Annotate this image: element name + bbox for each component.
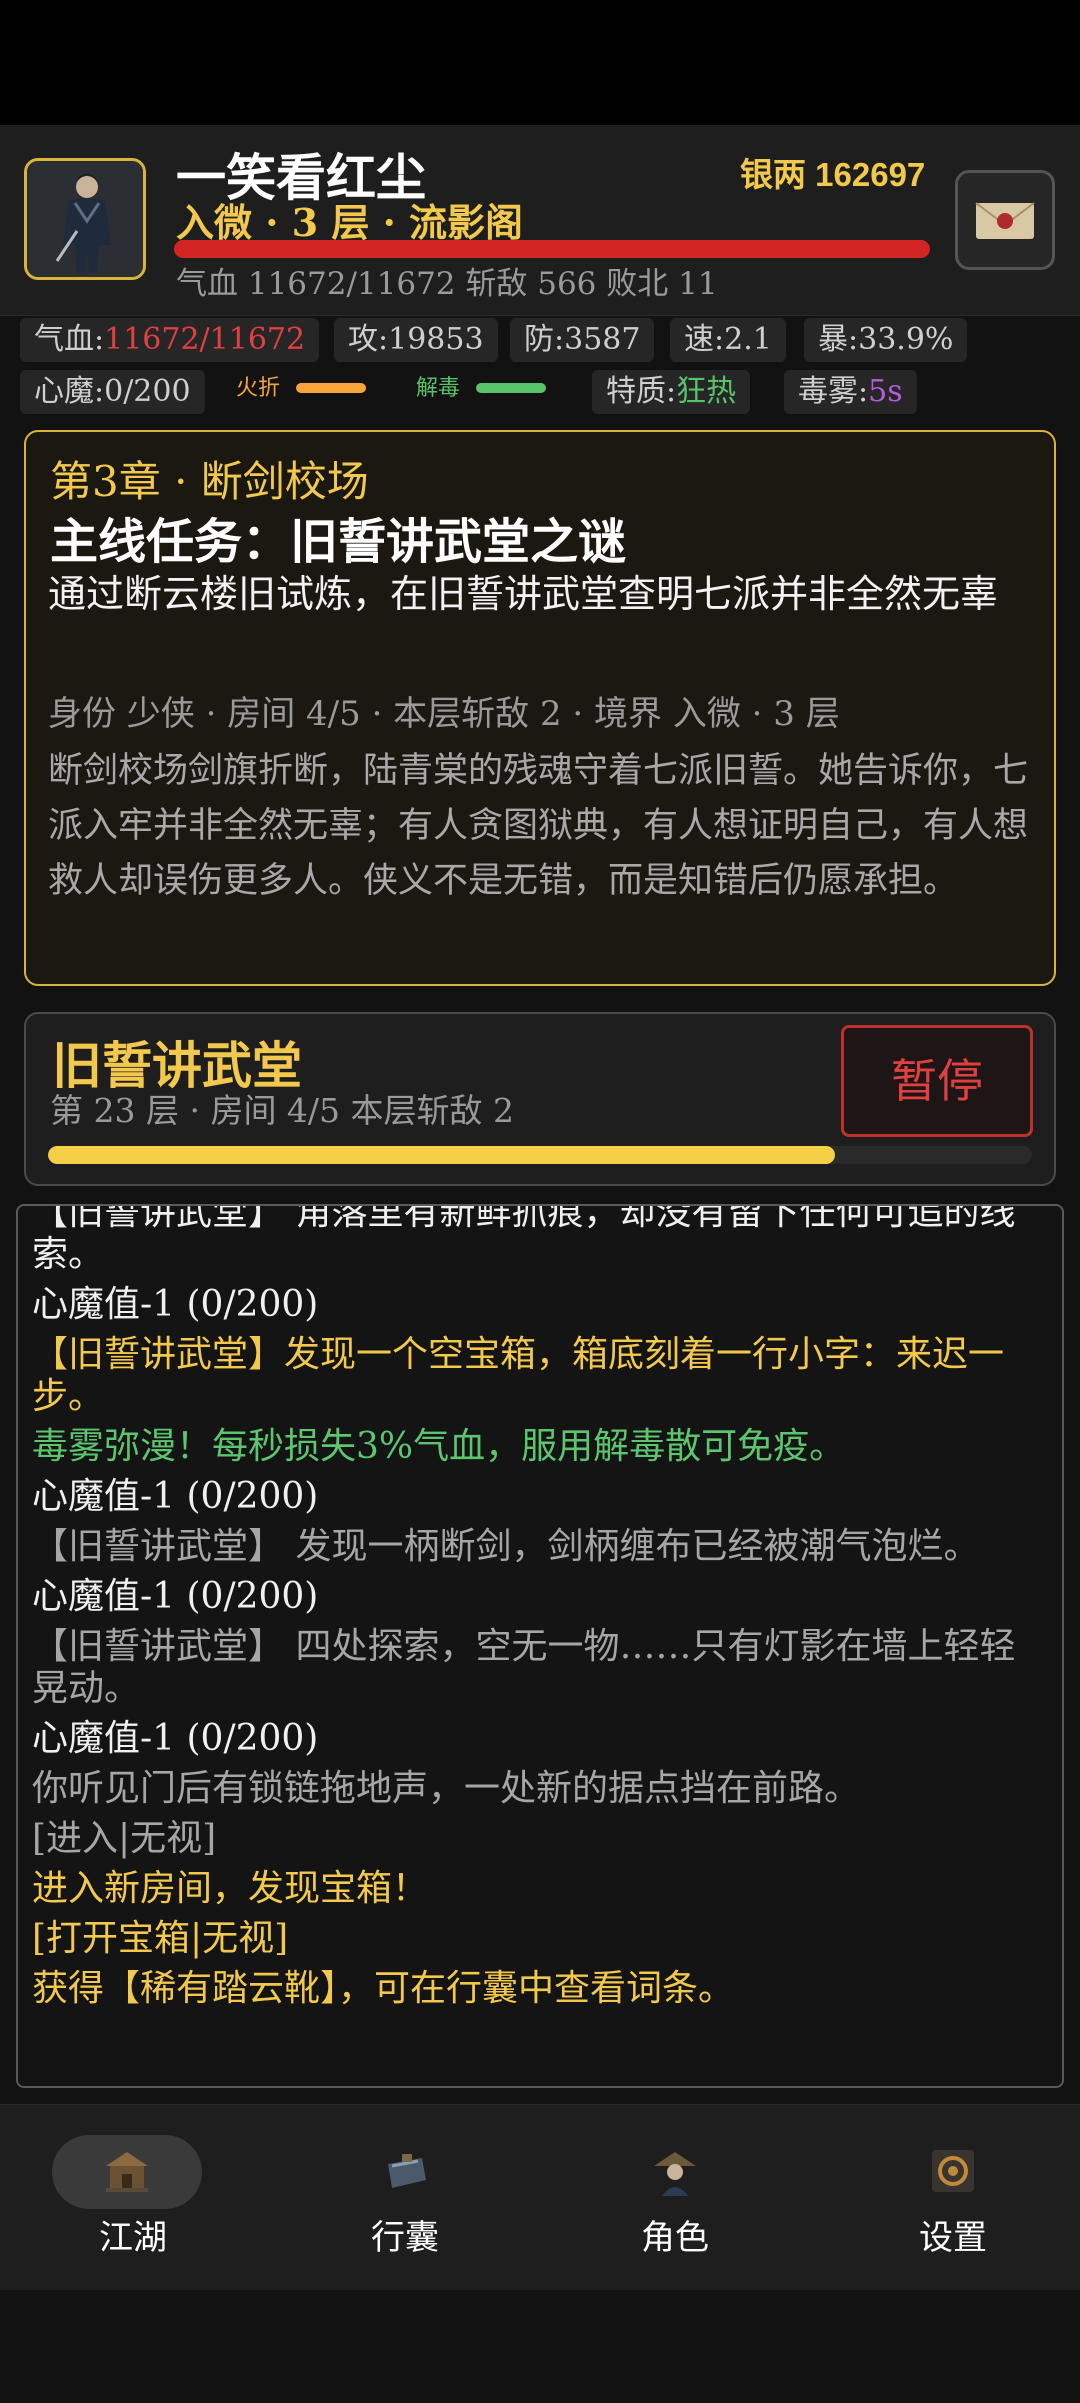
log-entry: 心魔值-1 (0/200) xyxy=(32,1576,319,1617)
antidote-label: 解毒 xyxy=(416,376,461,401)
stat-speed: 速:2.1 xyxy=(670,318,786,362)
log-entry: 心魔值-1 (0/200) xyxy=(32,1476,319,1517)
player-realm: 入微 · 3 层 · 流影阁 xyxy=(176,200,524,245)
quest-description: 通过断云楼旧试炼，在旧誓讲武堂查明七派并非全然无辜 xyxy=(48,572,999,616)
room-progress-track xyxy=(48,1146,1032,1164)
nav-label-character: 角色 xyxy=(641,2218,709,2258)
nav-label-jianghu: 江湖 xyxy=(99,2218,167,2258)
quest-story: 断剑校场剑旗折断，陆青棠的残魂守着七派旧誓。她告诉你，七派入牢并非全然无辜；有人… xyxy=(48,751,1029,901)
log-entry[interactable]: [打开宝箱|无视] xyxy=(32,1918,1048,1960)
log-entry: 【旧誓讲武堂】 发现一柄断剑，剑柄缠布已经被潮气泡烂。 xyxy=(32,1526,980,1567)
stat-poison-label: 毒雾: xyxy=(798,374,869,409)
log-entry: 心魔值-1 (0/200) xyxy=(32,1718,319,1759)
stat-poison-value: 5s xyxy=(868,374,903,409)
swordsman-portrait-icon xyxy=(27,161,143,277)
room-subtitle: 第 23 层 · 房间 4/5 本层斩敌 2 xyxy=(50,1091,515,1130)
stat-attack: 攻:19853 xyxy=(334,318,498,362)
mail-button[interactable] xyxy=(955,170,1055,270)
log-entry: 你听见门后有锁链拖地声，一处新的据点挡在前路。 xyxy=(32,1768,861,1809)
stat-trait-value: 狂热 xyxy=(676,374,737,409)
stat-hp-label: 气血: xyxy=(34,322,105,357)
stat-poison: 毒雾:5s xyxy=(784,370,917,414)
player-avatar[interactable] xyxy=(24,158,146,280)
stat-trait-label: 特质: xyxy=(606,374,677,409)
stat-crit: 暴:33.9% xyxy=(804,318,968,362)
letter-icon xyxy=(975,202,1035,239)
player-summary: 气血 11672/11672 斩敌 566 败北 11 xyxy=(176,266,718,302)
log-entry: 获得【稀有踏云靴】，可在行囊中查看词条。 xyxy=(32,1968,735,2009)
hp-bar xyxy=(174,240,930,258)
log-entry: 【旧誓讲武堂】 四处探索，空无一物……只有灯影在墙上轻轻晃动。 xyxy=(32,1626,1016,1709)
log-entry: 【旧誓讲武堂】 角落里有新鲜抓痕，却没有留下任何可追的线索。 xyxy=(32,1204,1016,1275)
log-entry: 进入新房间，发现宝箱！ xyxy=(32,1868,429,1909)
fire-bar xyxy=(296,383,366,393)
event-log-list: 【旧誓讲武堂】 角落里有新鲜抓痕，却没有留下任何可追的线索。心魔值-1 (0/2… xyxy=(32,1204,1048,2018)
nav-label-bag: 行囊 xyxy=(371,2218,439,2258)
status-bar-area xyxy=(0,0,1080,125)
quest-chapter: 第3章 · 断剑校场 xyxy=(50,457,369,506)
system-nav-area xyxy=(0,2290,1080,2403)
nav-label-settings: 设置 xyxy=(919,2218,987,2258)
log-entry: 毒雾弥漫！每秒损失3%气血，服用解毒散可免疫。 xyxy=(32,1426,846,1467)
log-entry: 心魔值-1 (0/200) xyxy=(32,1284,319,1325)
room-progress-fill xyxy=(48,1146,836,1164)
antidote-bar xyxy=(476,383,546,393)
stat-trait: 特质:狂热 xyxy=(592,370,751,414)
silver-currency: 银两 162697 xyxy=(740,156,926,193)
log-entry: 【旧誓讲武堂】发现一个空宝箱，箱底刻着一行小字：来迟一步。 xyxy=(32,1334,1005,1417)
stat-defense: 防:3587 xyxy=(510,318,655,362)
stat-heart-demon: 心魔:0/200 xyxy=(20,370,205,414)
fire-label: 火折 xyxy=(236,376,281,401)
stat-hp: 气血:11672/11672 xyxy=(20,318,320,362)
event-log[interactable]: 【旧誓讲武堂】 角落里有新鲜抓痕，却没有留下任何可追的线索。心魔值-1 (0/2… xyxy=(16,1204,1064,2088)
quest-meta: 身份 少侠 · 房间 4/5 · 本层斩敌 2 · 境界 入微 · 3 层 xyxy=(48,694,840,734)
pause-button[interactable]: 暂停 xyxy=(841,1025,1033,1137)
quest-title: 主线任务：旧誓讲武堂之谜 xyxy=(50,514,627,570)
stat-hp-value: 11672/11672 xyxy=(104,322,306,357)
log-entry[interactable]: [进入|无视] xyxy=(32,1818,1048,1860)
